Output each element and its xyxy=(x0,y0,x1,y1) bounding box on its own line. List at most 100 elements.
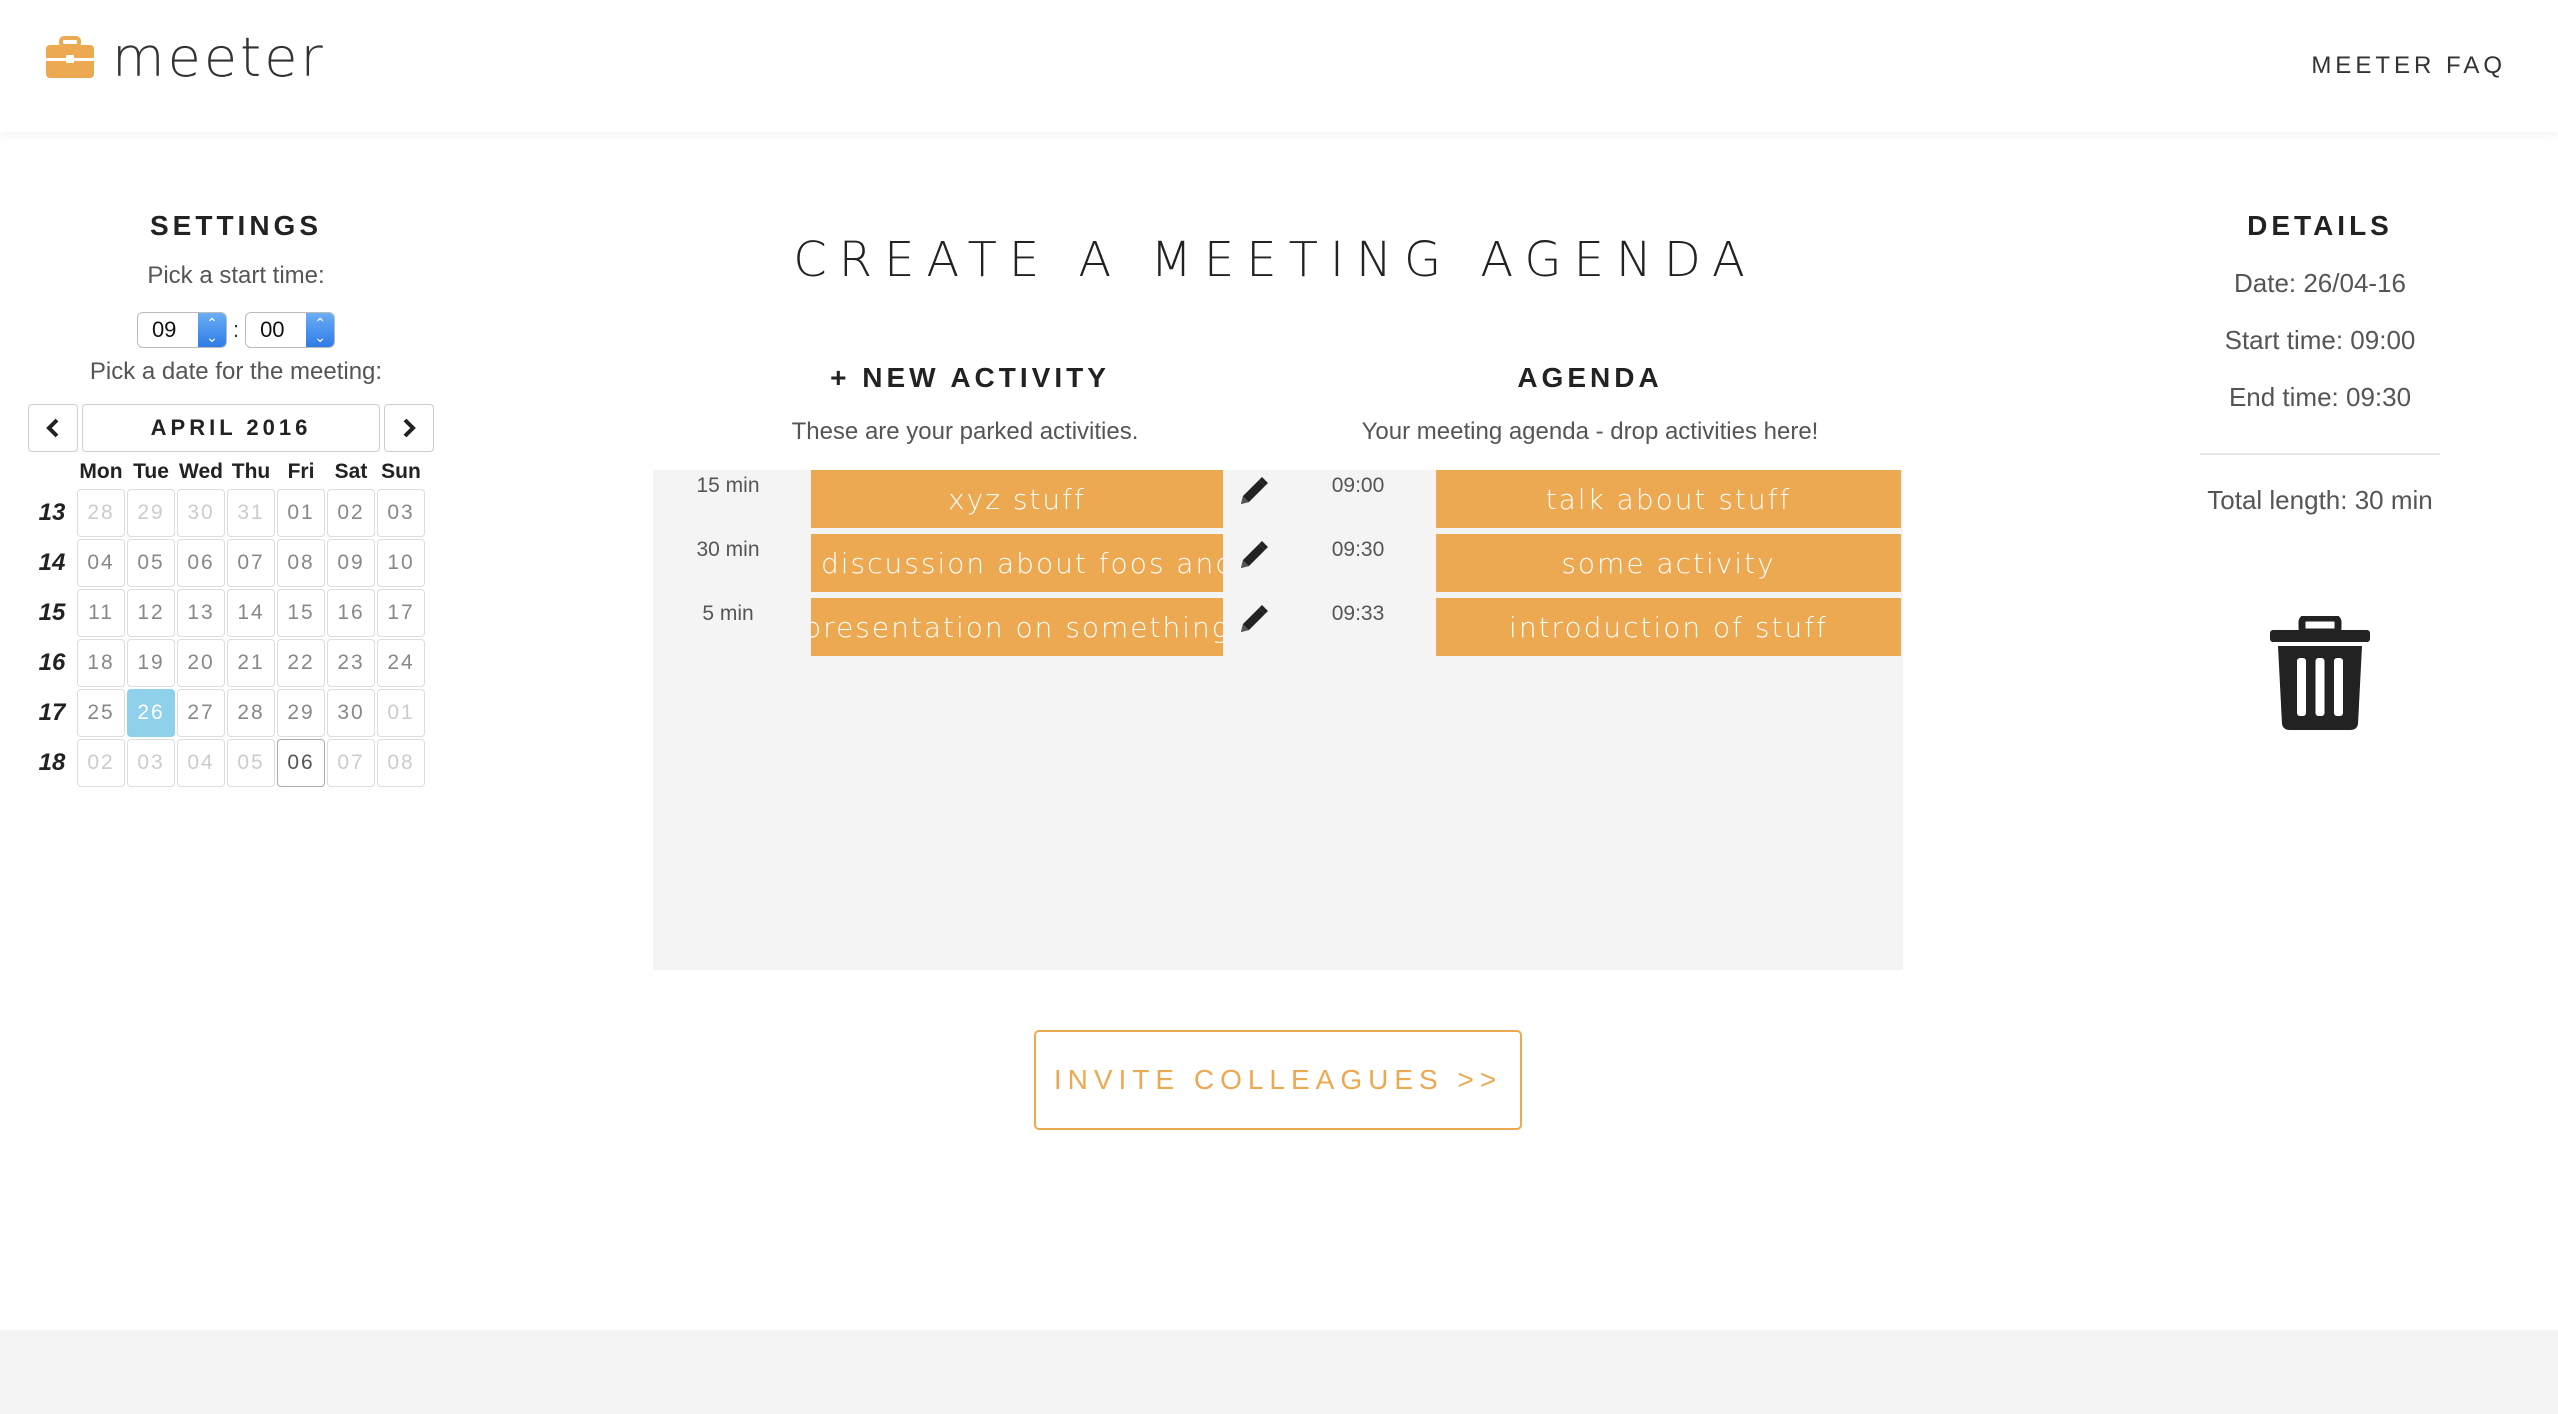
calendar-day[interactable]: 01 xyxy=(277,489,325,537)
activity-row: 30 min discussion about foos and ba 09:30 s… xyxy=(653,534,1903,594)
prev-month-button[interactable] xyxy=(28,404,78,452)
calendar-day[interactable]: 27 xyxy=(177,689,225,737)
brand-logo[interactable]: meeter xyxy=(46,22,326,92)
calendar-day[interactable]: 04 xyxy=(177,739,225,787)
calendar-day[interactable]: 05 xyxy=(227,739,275,787)
calendar-day[interactable]: 12 xyxy=(127,589,175,637)
calendar-day[interactable]: 16 xyxy=(327,589,375,637)
brand-name: meeter xyxy=(112,25,326,89)
date-picker: APRIL 2016 Mon Tue Wed Thu Fri Sat Sun 13 28 29 30… xyxy=(20,404,452,788)
calendar-day[interactable]: 17 xyxy=(377,589,425,637)
time-separator: : xyxy=(232,317,240,342)
agenda-item-card[interactable]: talk about stuff xyxy=(1436,470,1901,528)
calendar-day[interactable]: 18 xyxy=(77,639,125,687)
agenda-subtitle: Your meeting agenda - drop activities he… xyxy=(1361,418,1819,445)
calendar-day[interactable]: 05 xyxy=(127,539,175,587)
weekday-header: Thu xyxy=(231,460,271,483)
parked-activity-card[interactable]: presentation on something xyxy=(811,598,1223,656)
parked-activity-card[interactable]: discussion about foos and ba xyxy=(811,534,1223,592)
page-footer xyxy=(0,1330,2558,1414)
calendar-day[interactable]: 20 xyxy=(177,639,225,687)
agenda-item-card[interactable]: introduction of stuff xyxy=(1436,598,1901,656)
spinner-icon: ⌃ ⌄ xyxy=(306,313,335,347)
calendar-day[interactable]: 07 xyxy=(227,539,275,587)
calendar-day-selected[interactable]: 26 xyxy=(127,689,175,737)
weekday-header: Wed xyxy=(179,460,223,483)
calendar-day[interactable]: 13 xyxy=(177,589,225,637)
week-number: 15 xyxy=(38,599,66,626)
meeting-start-time: Start time: 09:00 xyxy=(2224,325,2416,355)
week-number: 16 xyxy=(38,649,66,676)
calendar-day[interactable]: 30 xyxy=(177,489,225,537)
calendar-day[interactable]: 15 xyxy=(277,589,325,637)
calendar-day[interactable]: 14 xyxy=(227,589,275,637)
weekday-header: Mon xyxy=(79,460,123,483)
agenda-heading: AGENDA xyxy=(1517,362,1663,393)
minute-value: 00 xyxy=(260,317,285,342)
page-title: CREATE A MEETING AGENDA xyxy=(793,232,1757,288)
minute-select[interactable]: 00 ⌃ ⌄ xyxy=(245,312,336,348)
activity-duration: 5 min xyxy=(702,602,754,625)
calendar-day[interactable]: 23 xyxy=(327,639,375,687)
calendar-day[interactable]: 07 xyxy=(327,739,375,787)
calendar-day[interactable]: 22 xyxy=(277,639,325,687)
calendar-day[interactable]: 09 xyxy=(327,539,375,587)
weekday-header: Sat xyxy=(334,460,368,483)
new-activity-heading[interactable]: + NEW ACTIVITY xyxy=(760,362,1180,394)
calendar-day[interactable]: 01 xyxy=(377,689,425,737)
calendar-day[interactable]: 24 xyxy=(377,639,425,687)
new-activity-label: NEW ACTIVITY xyxy=(862,362,1110,393)
weekday-header: Sun xyxy=(381,460,421,483)
next-month-button[interactable] xyxy=(384,404,434,452)
calendar-day[interactable]: 30 xyxy=(327,689,375,737)
calendar-day[interactable]: 31 xyxy=(227,489,275,537)
calendar-day[interactable]: 02 xyxy=(327,489,375,537)
briefcase-icon xyxy=(46,36,94,78)
month-title[interactable]: APRIL 2016 xyxy=(82,404,380,452)
weekday-header: Tue xyxy=(133,460,169,483)
calendar-day[interactable]: 04 xyxy=(77,539,125,587)
settings-title: SETTINGS xyxy=(149,210,322,241)
faq-link[interactable]: MEETER FAQ xyxy=(2311,52,2506,80)
trash-icon[interactable] xyxy=(2268,616,2372,732)
calendar-day[interactable]: 29 xyxy=(127,489,175,537)
calendar-day[interactable]: 28 xyxy=(77,489,125,537)
calendar-day[interactable]: 11 xyxy=(77,589,125,637)
agenda-slot-time: 09:30 xyxy=(1331,538,1385,561)
calendar-day[interactable]: 19 xyxy=(127,639,175,687)
calendar-header: APRIL 2016 xyxy=(28,404,452,452)
parked-activities-subtitle: These are your parked activities. xyxy=(791,418,1139,445)
calendar-grid: Mon Tue Wed Thu Fri Sat Sun 13 28 29 30 31 01 02 03 14 0… xyxy=(28,456,452,788)
calendar-day[interactable]: 10 xyxy=(377,539,425,587)
hour-value: 09 xyxy=(151,317,177,342)
chevron-right-icon xyxy=(403,418,416,438)
calendar-day[interactable]: 29 xyxy=(277,689,325,737)
calendar-day[interactable]: 03 xyxy=(127,739,175,787)
activity-board: 15 min xyz stuff 09:00 talk about stuff 30 m… xyxy=(653,470,1903,970)
calendar-day[interactable]: 06 xyxy=(177,539,225,587)
week-number: 13 xyxy=(38,499,66,526)
agenda-slot-time: 09:33 xyxy=(1331,602,1385,625)
calendar-day[interactable]: 02 xyxy=(77,739,125,787)
calendar-day[interactable]: 06 xyxy=(277,739,325,787)
calendar-day[interactable]: 08 xyxy=(377,739,425,787)
invite-colleagues-button[interactable]: INVITE COLLEAGUES >> xyxy=(1034,1030,1522,1130)
hour-select[interactable]: 09 ⌃ ⌄ xyxy=(136,312,227,348)
activity-duration: 15 min xyxy=(696,474,760,497)
agenda-item-card[interactable]: some activity xyxy=(1436,534,1901,592)
pencil-icon[interactable] xyxy=(1235,602,1271,638)
start-time-label: Pick a start time: xyxy=(147,262,325,289)
calendar-day[interactable]: 08 xyxy=(277,539,325,587)
calendar-day[interactable]: 21 xyxy=(227,639,275,687)
week-number: 18 xyxy=(38,749,66,776)
calendar-day[interactable]: 28 xyxy=(227,689,275,737)
start-time-picker: 09 ⌃ ⌄ : 00 ⌃ ⌄ xyxy=(20,312,452,348)
parked-activity-card[interactable]: xyz stuff xyxy=(811,470,1223,528)
pencil-icon[interactable] xyxy=(1235,474,1271,510)
pencil-icon[interactable] xyxy=(1235,538,1271,574)
calendar-day[interactable]: 03 xyxy=(377,489,425,537)
week-number: 14 xyxy=(38,549,66,576)
spinner-icon: ⌃ ⌄ xyxy=(197,313,226,347)
plus-icon: + xyxy=(830,362,851,393)
calendar-day[interactable]: 25 xyxy=(77,689,125,737)
